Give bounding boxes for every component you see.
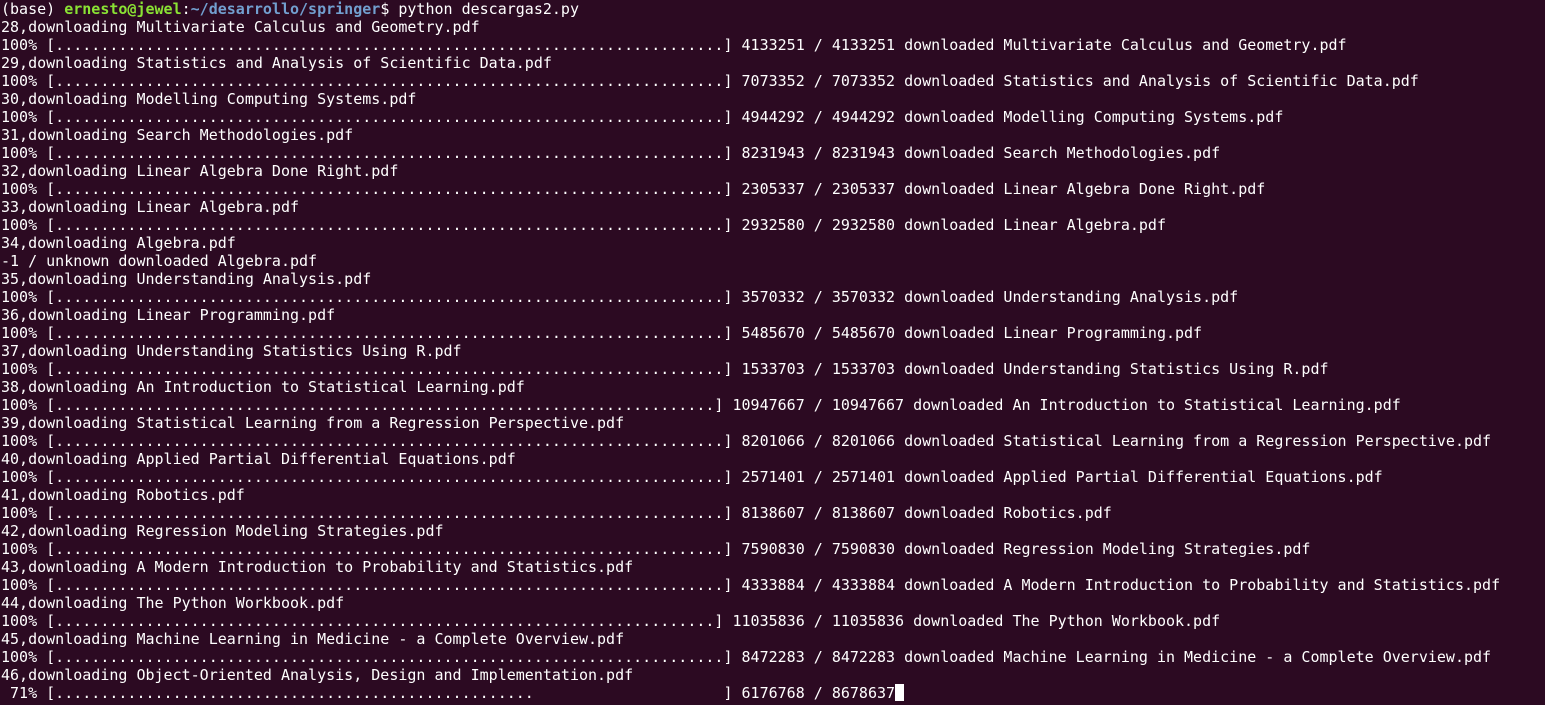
output-line: 100% [..................................… bbox=[1, 432, 1492, 450]
prompt-separator: : bbox=[181, 0, 191, 18]
output-line: 100% [..................................… bbox=[1, 324, 1203, 342]
output-line: 28,downloading Multivariate Calculus and… bbox=[1, 18, 480, 36]
output-line: 100% [..................................… bbox=[1, 72, 1419, 90]
prompt-line: (base) ernesto@jewel:~/desarrollo/spring… bbox=[1, 0, 1545, 18]
output-line: 100% [..................................… bbox=[1, 360, 1329, 378]
output-line: 100% [..................................… bbox=[1, 36, 1347, 54]
output-line: 100% [..................................… bbox=[1, 540, 1311, 558]
output-line: 36,downloading Linear Programming.pdf bbox=[1, 306, 336, 324]
output-line: 100% [..................................… bbox=[1, 180, 1266, 198]
output-line: 100% [..................................… bbox=[1, 108, 1284, 126]
output-line: 35,downloading Understanding Analysis.pd… bbox=[1, 270, 372, 288]
output-line: 34,downloading Algebra.pdf bbox=[1, 234, 236, 252]
output-line: 38,downloading An Introduction to Statis… bbox=[1, 378, 525, 396]
command-text: python descargas2.py bbox=[398, 0, 579, 18]
output-line: 100% [..................................… bbox=[1, 468, 1383, 486]
output-line: 40,downloading Applied Partial Different… bbox=[1, 450, 516, 468]
output-line: 31,downloading Search Methodologies.pdf bbox=[1, 126, 354, 144]
output-line: 100% [..................................… bbox=[1, 396, 1401, 414]
prompt-symbol: $ bbox=[380, 0, 399, 18]
output-line: 41,downloading Robotics.pdf bbox=[1, 486, 245, 504]
user-host: ernesto@jewel bbox=[64, 0, 182, 18]
current-path: ~/desarrollo/springer bbox=[190, 0, 381, 18]
output-line: 100% [..................................… bbox=[1, 576, 1501, 594]
output-line: 100% [..................................… bbox=[1, 288, 1239, 306]
output-line: -1 / unknown downloaded Algebra.pdf bbox=[1, 252, 318, 270]
output-line: 30,downloading Modelling Computing Syste… bbox=[1, 90, 417, 108]
output-line: 32,downloading Linear Algebra Done Right… bbox=[1, 162, 399, 180]
output-line: 33,downloading Linear Algebra.pdf bbox=[1, 198, 300, 216]
output-line: 43,downloading A Modern Introduction to … bbox=[1, 558, 634, 576]
output-line: 39,downloading Statistical Learning from… bbox=[1, 414, 625, 432]
conda-env: (base) bbox=[1, 0, 65, 18]
output-line: 42,downloading Regression Modeling Strat… bbox=[1, 522, 444, 540]
terminal-window[interactable]: (base) ernesto@jewel:~/desarrollo/spring… bbox=[0, 0, 1545, 705]
output-line: 29,downloading Statistics and Analysis o… bbox=[1, 54, 552, 72]
output-line: 100% [..................................… bbox=[1, 648, 1492, 666]
output-line: 45,downloading Machine Learning in Medic… bbox=[1, 630, 625, 648]
output-line: 46,downloading Object-Oriented Analysis,… bbox=[1, 666, 634, 684]
progress-text: 71% [...................................… bbox=[1, 684, 896, 702]
output-line: 100% [..................................… bbox=[1, 216, 1166, 234]
output-line: 100% [..................................… bbox=[1, 612, 1221, 630]
current-progress-line: 71% [...................................… bbox=[1, 684, 1545, 702]
cursor-block bbox=[895, 684, 905, 701]
output-line: 37,downloading Understanding Statistics … bbox=[1, 342, 462, 360]
output-line: 44,downloading The Python Workbook.pdf bbox=[1, 594, 345, 612]
output-line: 100% [..................................… bbox=[1, 144, 1221, 162]
output-line: 100% [..................................… bbox=[1, 504, 1112, 522]
